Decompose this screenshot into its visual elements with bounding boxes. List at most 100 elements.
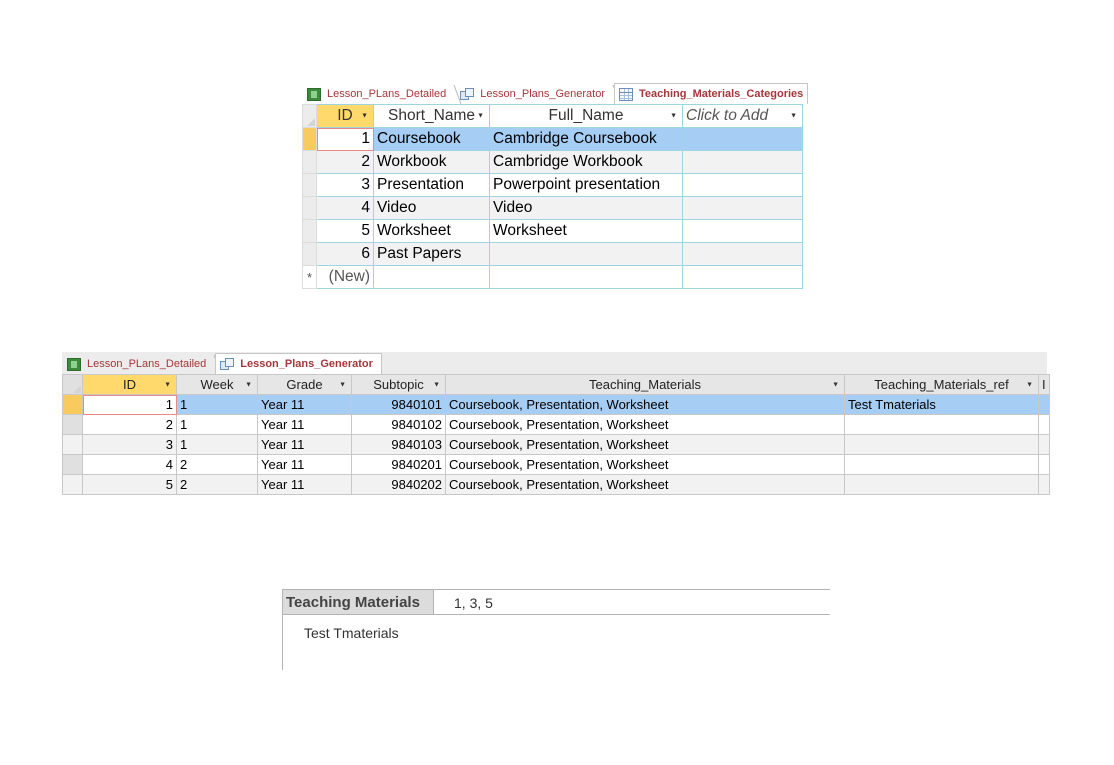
cell-id[interactable]: 3 [316,173,374,197]
cell-id[interactable]: 4 [82,454,177,475]
record-selector[interactable] [62,474,83,495]
cell-empty[interactable] [373,265,490,289]
cell-short-name[interactable]: Coursebook [373,127,490,151]
record-selector[interactable] [302,127,317,151]
select-all-corner[interactable] [62,374,83,395]
cell-empty[interactable] [1038,454,1050,475]
cell-subtopic[interactable]: 9840103 [351,434,446,455]
dropdown-arrow-icon[interactable]: ▼ [339,381,346,388]
table-row[interactable]: 1 1 Year 11 9840101 Coursebook, Presenta… [62,394,1050,415]
cell-empty[interactable] [682,127,803,151]
tab-lesson-plans-detailed[interactable]: Lesson_PLans_Detailed [62,353,222,374]
cell-week[interactable]: 2 [176,474,258,495]
teaching-materials-value-field[interactable]: 1, 3, 5 [434,589,830,615]
cell-id[interactable]: 4 [316,196,374,220]
record-selector[interactable] [302,150,317,174]
cell-empty[interactable] [489,265,683,289]
table-row[interactable]: 5 Worksheet Worksheet [302,219,803,243]
cell-grade[interactable]: Year 11 [257,474,352,495]
tab-lesson-plans-generator[interactable]: Lesson_Plans_Generator [455,83,621,104]
cell-grade[interactable]: Year 11 [257,414,352,435]
table-row[interactable]: 4 2 Year 11 9840201 Coursebook, Presenta… [62,454,1050,475]
cell-id[interactable]: 5 [82,474,177,495]
cell-id[interactable]: 3 [82,434,177,455]
cell-teaching-materials[interactable]: Coursebook, Presentation, Worksheet [445,394,845,415]
column-header-subtopic[interactable]: Subtopic ▼ [351,374,446,395]
cell-empty[interactable] [1038,414,1050,435]
column-header-grade[interactable]: Grade ▼ [257,374,352,395]
column-header-week[interactable]: Week ▼ [176,374,258,395]
tab-lesson-plans-generator[interactable]: Lesson_Plans_Generator [215,353,382,374]
cell-week[interactable]: 1 [176,414,258,435]
cell-subtopic[interactable]: 9840202 [351,474,446,495]
dropdown-arrow-icon[interactable]: ▼ [670,113,677,120]
table-row[interactable]: 4 Video Video [302,196,803,220]
cell-id[interactable]: 1 [82,394,177,415]
cell-empty[interactable] [682,242,803,266]
column-header-id[interactable]: ID ▼ [316,104,374,128]
record-selector[interactable] [302,173,317,197]
column-header-truncated[interactable]: I [1038,374,1050,395]
select-all-corner[interactable] [302,104,317,128]
cell-id[interactable]: 2 [316,150,374,174]
table-row[interactable]: 3 Presentation Powerpoint presentation [302,173,803,197]
cell-id[interactable]: 2 [82,414,177,435]
table-row[interactable]: 5 2 Year 11 9840202 Coursebook, Presenta… [62,474,1050,495]
tab-teaching-materials-categories[interactable]: Teaching_Materials_Categories [614,83,809,104]
dropdown-arrow-icon[interactable]: ▼ [245,381,252,388]
column-header-teaching-materials[interactable]: Teaching_Materials ▼ [445,374,845,395]
new-record-marker[interactable]: * [302,265,317,289]
column-header-short-name[interactable]: Short_Name ▼ [373,104,490,128]
record-selector[interactable] [302,242,317,266]
record-selector[interactable] [62,454,83,475]
cell-teaching-materials[interactable]: Coursebook, Presentation, Worksheet [445,414,845,435]
cell-teaching-materials-ref[interactable] [844,474,1039,495]
cell-empty[interactable] [682,265,803,289]
cell-subtopic[interactable]: 9840102 [351,414,446,435]
dropdown-arrow-icon[interactable]: ▼ [1026,381,1033,388]
cell-full-name[interactable]: Worksheet [489,219,683,243]
dropdown-arrow-icon[interactable]: ▼ [790,113,797,120]
record-selector[interactable] [62,434,83,455]
cell-week[interactable]: 1 [176,394,258,415]
cell-subtopic[interactable]: 9840101 [351,394,446,415]
cell-id[interactable]: 1 [316,127,374,151]
cell-short-name[interactable]: Worksheet [373,219,490,243]
cell-grade[interactable]: Year 11 [257,434,352,455]
record-selector[interactable] [62,394,83,415]
cell-teaching-materials[interactable]: Coursebook, Presentation, Worksheet [445,454,845,475]
cell-full-name[interactable]: Powerpoint presentation [489,173,683,197]
cell-id[interactable]: 5 [316,219,374,243]
teaching-materials-memo-field[interactable]: Test Tmaterials [282,615,830,670]
tab-lesson-plans-detailed[interactable]: Lesson_PLans_Detailed [302,83,462,104]
column-header-teaching-materials-ref[interactable]: Teaching_Materials_ref ▼ [844,374,1039,395]
new-record-row[interactable]: * (New) [302,265,803,289]
record-selector[interactable] [302,219,317,243]
cell-empty[interactable] [682,173,803,197]
cell-full-name[interactable] [489,242,683,266]
cell-full-name[interactable]: Video [489,196,683,220]
cell-teaching-materials-ref[interactable] [844,454,1039,475]
table-row[interactable]: 2 1 Year 11 9840102 Coursebook, Presenta… [62,414,1050,435]
cell-week[interactable]: 2 [176,454,258,475]
cell-empty[interactable] [1038,394,1050,415]
column-header-id[interactable]: ID ▼ [82,374,177,395]
cell-short-name[interactable]: Past Papers [373,242,490,266]
cell-teaching-materials-ref[interactable] [844,414,1039,435]
table-row[interactable]: 1 Coursebook Cambridge Coursebook [302,127,803,151]
column-header-full-name[interactable]: Full_Name ▼ [489,104,683,128]
cell-short-name[interactable]: Video [373,196,490,220]
cell-grade[interactable]: Year 11 [257,394,352,415]
cell-full-name[interactable]: Cambridge Coursebook [489,127,683,151]
dropdown-arrow-icon[interactable]: ▼ [361,113,368,120]
cell-short-name[interactable]: Presentation [373,173,490,197]
dropdown-arrow-icon[interactable]: ▼ [164,381,171,388]
cell-empty[interactable] [682,196,803,220]
cell-id[interactable]: 6 [316,242,374,266]
column-header-click-to-add[interactable]: Click to Add ▼ [682,104,803,128]
table-row[interactable]: 6 Past Papers [302,242,803,266]
cell-empty[interactable] [682,150,803,174]
new-record-label[interactable]: (New) [316,265,374,289]
cell-empty[interactable] [1038,474,1050,495]
table-row[interactable]: 3 1 Year 11 9840103 Coursebook, Presenta… [62,434,1050,455]
